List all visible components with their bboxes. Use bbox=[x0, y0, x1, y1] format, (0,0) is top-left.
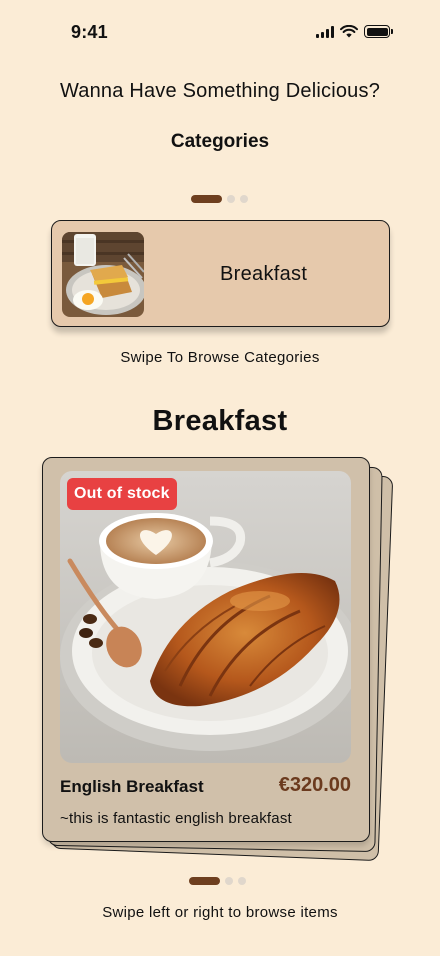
item-price: €320.00 bbox=[278, 774, 351, 796]
status-icons bbox=[316, 25, 393, 38]
categories-title: Categories bbox=[170, 131, 270, 152]
headline: Wanna Have Something Delicious? bbox=[59, 80, 381, 102]
item-description: ~this is fantastic english breakfast bbox=[60, 810, 292, 827]
page-dot bbox=[225, 877, 233, 885]
items-swipe-hint: Swipe left or right to browse items bbox=[102, 904, 338, 921]
status-time: 9:41 bbox=[71, 22, 108, 42]
category-name: Breakfast bbox=[220, 263, 308, 285]
status-bar: 9:41 bbox=[0, 0, 440, 62]
breakfast-sandwich-photo bbox=[62, 232, 144, 317]
items-section-title: Breakfast bbox=[152, 405, 288, 437]
item-name: English Breakfast bbox=[60, 777, 204, 796]
item-card[interactable]: Out of stock English Breakfast €320.00 ~… bbox=[42, 457, 370, 842]
category-card-breakfast[interactable]: Breakfast bbox=[51, 220, 390, 327]
wifi-icon bbox=[340, 25, 358, 38]
page-dot bbox=[227, 195, 235, 203]
category-page-indicator bbox=[191, 195, 248, 203]
category-swipe-hint: Swipe To Browse Categories bbox=[120, 349, 320, 366]
item-page-indicator bbox=[189, 877, 246, 885]
page-dot-active bbox=[191, 195, 222, 203]
page-dot bbox=[240, 195, 248, 203]
page-dot bbox=[238, 877, 246, 885]
page-dot-active bbox=[189, 877, 220, 885]
battery-icon bbox=[364, 25, 393, 38]
out-of-stock-badge: Out of stock bbox=[67, 478, 177, 510]
croissant-and-coffee-photo: Out of stock bbox=[60, 471, 351, 763]
cellular-signal-icon bbox=[316, 25, 334, 38]
